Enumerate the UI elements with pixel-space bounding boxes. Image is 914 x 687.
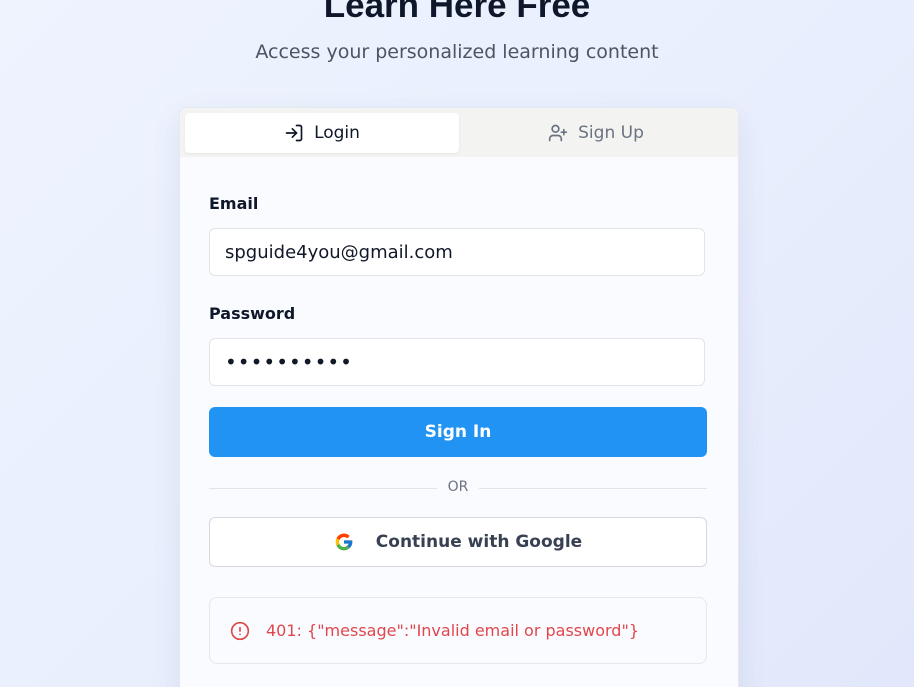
- page-subtitle: Access your personalized learning conten…: [255, 41, 659, 63]
- or-divider: OR: [209, 477, 707, 499]
- google-signin-button[interactable]: Continue with Google: [209, 517, 707, 567]
- email-value: spguide4you@gmail.com: [225, 241, 453, 263]
- tab-signup[interactable]: Sign Up: [459, 113, 733, 153]
- page-title: Learn Here Free: [323, 0, 591, 25]
- login-icon: [284, 123, 304, 143]
- auth-tabs: Login Sign Up: [180, 108, 738, 157]
- tab-login[interactable]: Login: [185, 113, 459, 153]
- divider-text: OR: [447, 479, 469, 495]
- tab-login-label: Login: [314, 123, 360, 143]
- alert-circle-icon: [230, 621, 250, 641]
- auth-card: Login Sign Up Email spguide4you@gmail.co…: [179, 107, 739, 687]
- error-message: 401: {"message":"Invalid email or passwo…: [266, 621, 639, 640]
- error-alert: 401: {"message":"Invalid email or passwo…: [209, 597, 707, 664]
- user-plus-icon: [548, 123, 568, 143]
- sign-in-button[interactable]: Sign In: [209, 407, 707, 457]
- email-label: Email: [209, 194, 259, 213]
- password-field[interactable]: ••••••••••: [209, 338, 705, 386]
- sign-in-label: Sign In: [424, 422, 492, 442]
- email-field[interactable]: spguide4you@gmail.com: [209, 228, 705, 276]
- password-value: ••••••••••: [225, 350, 353, 374]
- password-label: Password: [209, 304, 296, 323]
- google-signin-label: Continue with Google: [375, 532, 583, 552]
- google-icon: [334, 532, 354, 552]
- tab-signup-label: Sign Up: [578, 123, 644, 143]
- divider-line-right: [479, 488, 707, 489]
